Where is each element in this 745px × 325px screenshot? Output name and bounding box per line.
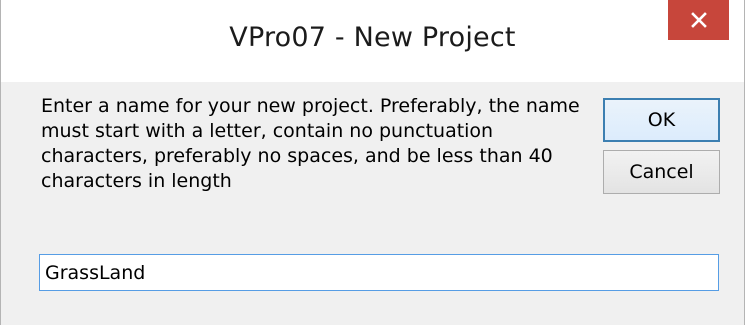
close-button[interactable] (668, 0, 729, 40)
project-name-input[interactable] (39, 254, 719, 291)
title-bar[interactable]: VPro07 - New Project (1, 0, 744, 82)
dialog-body: Enter a name for your new project. Prefe… (1, 82, 744, 325)
new-project-dialog: VPro07 - New Project Enter a name for yo… (0, 0, 745, 325)
ok-button[interactable]: OK (603, 98, 720, 142)
instruction-text: Enter a name for your new project. Prefe… (41, 95, 580, 192)
window-title: VPro07 - New Project (229, 22, 516, 53)
close-icon (690, 12, 707, 28)
cancel-button[interactable]: Cancel (603, 150, 720, 194)
